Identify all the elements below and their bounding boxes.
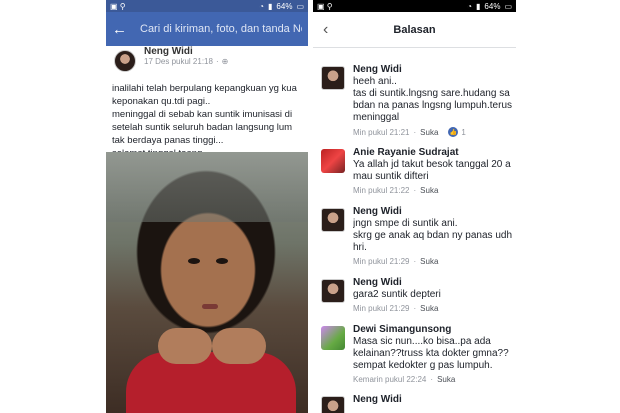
thumbs-up-icon: 👍 — [448, 127, 459, 137]
page-title: Balasan — [393, 23, 436, 36]
search-placeholder: Cari di kiriman, foto, dan tanda Ne — [140, 23, 302, 35]
comment-author[interactable]: Neng Widi — [353, 277, 512, 289]
battery-icon: ▭ — [296, 1, 304, 11]
search-bar: ← Cari di kiriman, foto, dan tanda Ne — [106, 12, 308, 46]
notification-icons: ▣ ⚲ — [110, 1, 126, 11]
avatar[interactable] — [321, 66, 345, 90]
avatar[interactable] — [321, 396, 345, 413]
comment-item: Neng Widi gara2 suntik depteri Min pukul… — [313, 277, 516, 313]
like-button[interactable]: Suka — [420, 128, 438, 137]
reaction-count[interactable]: 👍 1 — [448, 127, 466, 137]
like-button[interactable]: Suka — [420, 257, 438, 266]
photo-detail — [216, 258, 228, 264]
like-button[interactable]: Suka — [437, 375, 455, 384]
avatar[interactable] — [321, 326, 345, 350]
search-input[interactable]: Cari di kiriman, foto, dan tanda Ne — [135, 23, 302, 35]
photo-detail — [158, 328, 212, 364]
wifi-icon: ◔ — [259, 1, 265, 11]
comment-text: jngn smpe di suntik ani. skrg ge anak aq… — [353, 218, 512, 253]
post-header: Neng Widi 17 Des pukul 21:18 · ⊕ — [106, 46, 308, 74]
comment-footer: Min pukul 21:21 · Suka 👍 1 — [353, 127, 466, 137]
comment-author[interactable]: Neng Widi — [353, 64, 512, 76]
battery-icon: ▭ — [504, 1, 512, 11]
comment-item: Neng Widi heeh ani.. tas di suntik.lngsn… — [313, 64, 516, 137]
comment-author[interactable]: Dewi Simangunsong — [353, 324, 512, 336]
photo-detail — [212, 328, 266, 364]
comment-time: Min pukul 21:29 — [353, 257, 410, 266]
avatar[interactable] — [321, 208, 345, 232]
comment-author[interactable]: Neng Widi — [353, 206, 512, 218]
comment-item: Neng Widi jngn smpe di suntik ani. skrg … — [313, 206, 516, 266]
signal-icon: ▮ — [476, 1, 481, 11]
avatar[interactable] — [321, 149, 345, 173]
avatar[interactable] — [114, 50, 136, 72]
status-bar: ▣ ⚲ ◔ ▮ 64% ▭ — [106, 0, 308, 12]
photo-detail — [202, 304, 218, 309]
comment-footer: Min pukul 21:22 · Suka — [353, 186, 439, 195]
post-timestamp[interactable]: 17 Des pukul 21:18 — [144, 57, 213, 66]
comment-time: Min pukul 21:21 — [353, 127, 410, 137]
comment-text: Masa sic nun....ko bisa..pa ada kelainan… — [353, 336, 509, 371]
status-bar: ▣ ⚲ ◔ ▮ 64% ▭ — [313, 0, 516, 12]
post-author[interactable]: Neng Widi — [144, 46, 228, 57]
comment-text: Ya allah jd takut besok tanggal 20 a mau… — [353, 159, 511, 182]
photo-detail — [188, 258, 200, 264]
replies-header: ‹ Balasan — [313, 12, 516, 48]
globe-icon: ⊕ — [221, 57, 229, 66]
post-photo[interactable] — [106, 152, 308, 413]
comment-item: Neng Widi — [313, 394, 516, 413]
wifi-icon: ◔ — [467, 1, 473, 11]
signal-icon: ▮ — [268, 1, 273, 11]
comment-time: Min pukul 21:29 — [353, 304, 410, 313]
comment-footer: Min pukul 21:29 · Suka — [353, 304, 439, 313]
comment-text: gara2 suntik depteri — [353, 289, 441, 300]
notification-icons: ▣ ⚲ — [317, 1, 333, 11]
like-button[interactable]: Suka — [420, 304, 438, 313]
avatar[interactable] — [321, 279, 345, 303]
right-screenshot: ▣ ⚲ ◔ ▮ 64% ▭ ‹ Balasan Neng Widi heeh a… — [313, 0, 516, 413]
battery-level: 64% — [484, 1, 501, 11]
separator: · — [215, 57, 219, 66]
left-screenshot: ▣ ⚲ ◔ ▮ 64% ▭ ← Cari di kiriman, foto, d… — [106, 0, 308, 413]
like-button[interactable]: Suka — [420, 186, 438, 195]
comment-item: Dewi Simangunsong Masa sic nun....ko bis… — [313, 324, 516, 384]
comment-text: heeh ani.. tas di suntik.lngsng sare.hud… — [353, 76, 512, 123]
back-chevron-icon[interactable]: ‹ — [323, 21, 328, 39]
comment-author[interactable]: Anie Rayanie Sudrajat — [353, 147, 512, 159]
comment-footer: Min pukul 21:29 · Suka — [353, 257, 439, 266]
comment-footer: Kemarin pukul 22:24 · Suka — [353, 375, 456, 384]
comment-time: Min pukul 21:22 — [353, 186, 410, 195]
comment-item: Anie Rayanie Sudrajat Ya allah jd takut … — [313, 147, 516, 195]
photo-background — [106, 152, 308, 222]
photo-detail — [126, 352, 296, 413]
battery-level: 64% — [276, 1, 293, 11]
back-arrow-icon[interactable]: ← — [112, 22, 127, 37]
comment-time: Kemarin pukul 22:24 — [353, 375, 427, 384]
post-meta: 17 Des pukul 21:18 · ⊕ — [144, 57, 228, 66]
comment-author[interactable]: Neng Widi — [353, 394, 512, 406]
